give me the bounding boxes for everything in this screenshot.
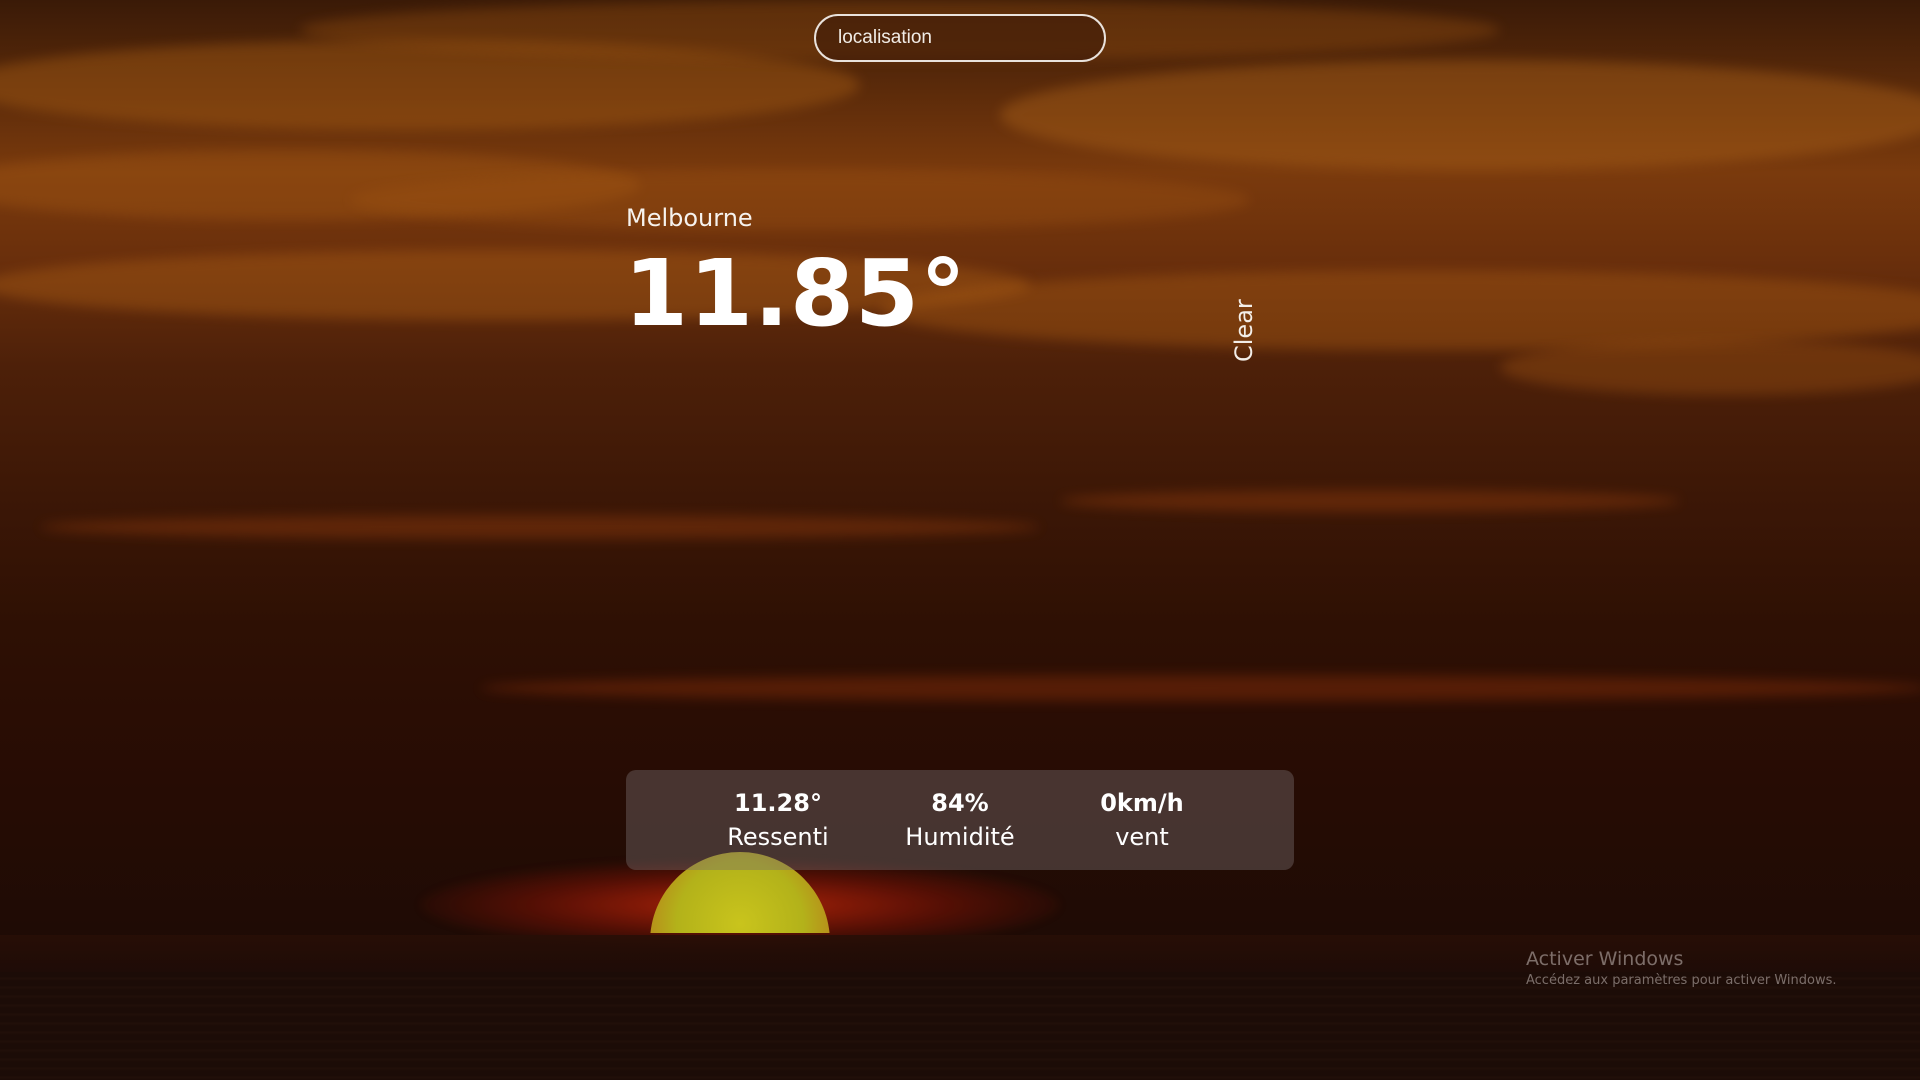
current-temperature: 11.85° xyxy=(624,240,968,347)
humidity-value: 84% xyxy=(931,789,989,817)
location-search-input[interactable] xyxy=(814,14,1106,62)
feels-like-stat: 11.28° Ressenti xyxy=(687,786,869,854)
cloud-streak xyxy=(350,170,1250,230)
wind-value: 0km/h xyxy=(1100,789,1184,817)
windows-activation-watermark: Activer Windows Accédez aux paramètres p… xyxy=(1526,946,1837,990)
background-sunset-image: Melbourne 11.85° Clear 11.28° Ressenti 8… xyxy=(0,0,1920,1080)
cloud-streak xyxy=(1060,490,1680,512)
watermark-subtitle: Accédez aux paramètres pour activer Wind… xyxy=(1526,973,1837,988)
feels-like-value: 11.28° xyxy=(734,789,822,817)
feels-like-label: Ressenti xyxy=(727,823,829,851)
watermark-title: Activer Windows xyxy=(1526,948,1684,970)
cloud-streak xyxy=(880,270,1920,350)
weather-condition: Clear xyxy=(1230,299,1258,362)
humidity-label: Humidité xyxy=(905,823,1015,851)
cloud-streak xyxy=(40,515,1040,539)
wind-label: vent xyxy=(1115,823,1169,851)
wind-stat: 0km/h vent xyxy=(1051,786,1233,854)
humidity-stat: 84% Humidité xyxy=(869,786,1051,854)
cloud-streak xyxy=(1000,60,1920,170)
city-name: Melbourne xyxy=(626,204,753,232)
weather-stats-panel: 11.28° Ressenti 84% Humidité 0km/h vent xyxy=(626,770,1294,870)
cloud-streak xyxy=(1500,340,1920,395)
cloud-streak xyxy=(480,675,1920,701)
